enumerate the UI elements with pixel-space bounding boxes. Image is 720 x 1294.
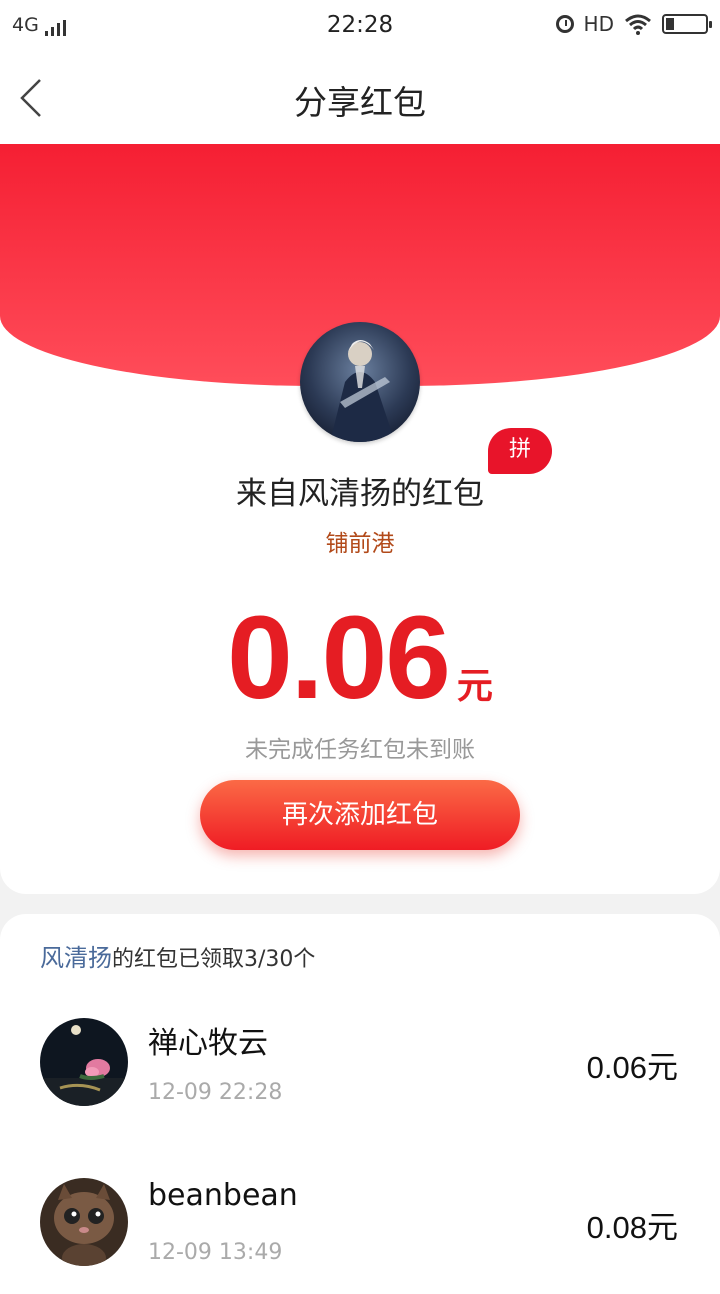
claim-amount: 0.08元 xyxy=(586,1210,678,1245)
claimer-avatar xyxy=(40,1178,128,1266)
task-status-note: 未完成任务红包未到账 xyxy=(245,737,475,763)
hd-indicator: HD xyxy=(583,12,614,36)
red-packet-card: 拼 来自风清扬的红包 铺前港 0.06 元 未完成任务红包未到账 再次添加红包 xyxy=(0,144,720,894)
wifi-icon xyxy=(625,14,651,35)
claim-amount: 0.06元 xyxy=(586,1050,678,1085)
claim-time: 12-09 22:28 xyxy=(148,1080,283,1105)
summary-text: 的红包已领取3/30个 xyxy=(112,947,316,972)
shop-name: 铺前港 xyxy=(325,531,395,557)
claimer-name: beanbean xyxy=(148,1178,298,1213)
amount-value: 0.06 xyxy=(227,592,451,724)
claimer-name: 禅心牧云 xyxy=(148,1026,268,1061)
status-icons: HD xyxy=(555,12,712,36)
alarm-icon xyxy=(555,15,574,33)
page-title: 分享红包 xyxy=(294,83,426,122)
list-item: 禅心牧云 12-09 22:28 0.06元 xyxy=(0,1018,720,1128)
battery-icon xyxy=(662,14,712,34)
status-bar: 4G 22:28 HD xyxy=(0,0,720,52)
claimer-avatar xyxy=(40,1018,128,1106)
envelope-from-title: 来自风清扬的红包 xyxy=(236,476,484,512)
claim-time: 12-09 13:49 xyxy=(148,1240,283,1265)
summary-sender[interactable]: 风清扬 xyxy=(40,944,112,972)
claims-card: 风清扬的红包已领取3/30个 禅心牧云 12-09 22:28 0.06元 be… xyxy=(0,914,720,1294)
claims-summary: 风清扬的红包已领取3/30个 xyxy=(40,938,315,973)
sender-avatar xyxy=(300,322,420,442)
add-red-packet-button[interactable]: 再次添加红包 xyxy=(200,780,520,850)
amount-unit: 元 xyxy=(456,666,493,707)
amount-display: 0.06 元 xyxy=(0,590,720,726)
list-item: beanbean 12-09 13:49 0.08元 xyxy=(0,1178,720,1288)
nav-bar: 分享红包 xyxy=(0,52,720,144)
